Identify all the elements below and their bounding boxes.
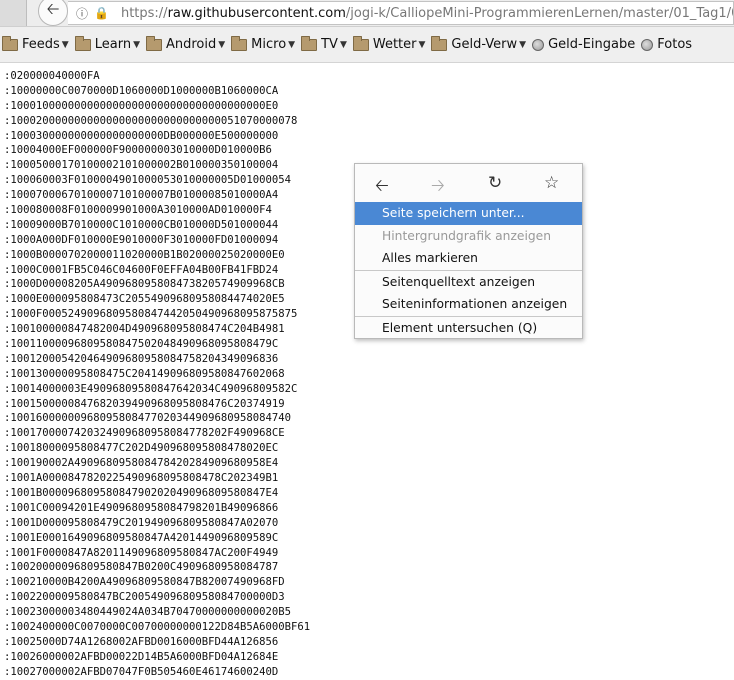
menu-item-page-info[interactable]: Seiteninformationen anzeigen (355, 293, 582, 316)
menu-item-view-source[interactable]: Seitenquelltext anzeigen (355, 271, 582, 294)
bookmark-geld-verw[interactable]: Geld-Verw ▼ (431, 35, 527, 52)
reload-icon[interactable]: ↻ (488, 173, 502, 193)
bookmark-feeds[interactable]: Feeds ▼ (2, 35, 69, 52)
bookmark-label: Micro (251, 37, 287, 52)
tab-stub[interactable] (0, 0, 27, 26)
bookmark-label: Learn (94, 37, 132, 52)
url-field[interactable]: ⓘ 🔒 https://raw.githubusercontent.com/jo… (68, 1, 734, 25)
hex-line: :1001500000847682039490968095808476C2037… (4, 397, 285, 410)
navigation-bar: 🡠 ⓘ 🔒 https://raw.githubusercontent.com /… (0, 0, 734, 27)
bookmark-label: Wetter (372, 37, 417, 52)
bookmark-star-icon[interactable]: ☆ (544, 173, 559, 193)
back-arrow-icon[interactable]: 🡠 (375, 173, 389, 202)
hex-line: :100030000000000000000000DB000000E500000… (4, 129, 279, 142)
hex-line: :1001B0000968095808479020204909680958084… (4, 486, 279, 499)
menu-item-inspect-element[interactable]: Element untersuchen (Q) (355, 317, 582, 340)
folder-icon (145, 35, 162, 51)
hex-line: :1002400000C0070000C00700000000122D84B5A… (4, 620, 311, 633)
chevron-down-icon: ▼ (418, 39, 426, 50)
hex-line: :100110000968095808475020484909680958084… (4, 338, 279, 351)
url-scheme: https:// (120, 5, 168, 21)
url-path: /jogi-k/CalliopeMini-ProgrammierenLernen… (345, 5, 733, 21)
bookmark-label: TV (321, 37, 338, 52)
hex-line: :100130000095808475C20414909680958084760… (4, 367, 285, 380)
bookmark-learn[interactable]: Learn ▼ (74, 35, 140, 52)
hex-line: :020000040000FA (4, 70, 100, 82)
bookmark-fotos[interactable]: Fotos (641, 37, 692, 52)
folder-icon (301, 35, 318, 51)
globe-icon (641, 38, 654, 51)
hex-line: :1001C00094201E4909680958084798201B49096… (4, 501, 279, 514)
hex-line: :10020000096809580847B0200C4909680958084… (4, 561, 279, 574)
menu-item-select-all[interactable]: Alles markieren (355, 247, 582, 270)
hex-line: :1002200009580847BC200549096809580847000… (4, 591, 285, 604)
context-nav-row: 🡠 🡢 ↻ ☆ (355, 164, 582, 202)
page-content: :020000040000FA :10000000C0070000D1060000… (4, 69, 734, 680)
hex-line: :100010000000000000000000000000000000000… (4, 99, 279, 112)
bookmarks-bar: Feeds ▼ Learn ▼ Android ▼ Micro ▼ TV ▼ Wetter… (0, 27, 734, 63)
hex-line: :10014000003E49096809580847642034C490968… (4, 382, 298, 395)
hex-line: :1001F0000847A8201149096809580847AC200F4… (4, 546, 279, 559)
hex-line: :1001700007420324909680958084778202F4909… (4, 427, 285, 440)
back-button[interactable]: 🡠 (38, 0, 68, 26)
hex-line: :1001D000095808479C201949096809580847A02… (4, 516, 279, 529)
hex-line: :10026000002AFBD00022D14B5A6000BFD04A126… (4, 650, 279, 663)
menu-item-view-background[interactable]: Hintergrundgrafik anzeigen (355, 225, 582, 248)
hex-line: :100020000000000000000000000000000051070… (4, 114, 298, 127)
hex-line: :100120005420464909680958084758204349096… (4, 352, 279, 365)
folder-icon (231, 35, 248, 51)
folder-icon (431, 35, 448, 51)
bookmark-label: Geld-Verw (451, 37, 518, 52)
hex-line: :100190002A49096809580847842028490968095… (4, 457, 279, 470)
url-host: raw.githubusercontent.com (167, 5, 346, 21)
chevron-down-icon: ▼ (519, 39, 527, 50)
hex-line: :10018000095808477C202D49096809580847802… (4, 442, 279, 455)
bookmark-label: Feeds (22, 37, 60, 52)
forward-arrow-icon[interactable]: 🡢 (431, 173, 445, 202)
back-arrow-icon: 🡠 (46, 0, 60, 18)
hex-line: :1001A0000847820225490968095808478C20234… (4, 472, 279, 485)
bookmark-label: Fotos (657, 37, 693, 52)
bookmark-tv[interactable]: TV ▼ (301, 35, 347, 52)
chevron-down-icon: ▼ (133, 39, 140, 50)
hex-line: :10023000003480449024A034B70470000000000… (4, 606, 292, 619)
info-icon[interactable]: ⓘ (76, 5, 88, 22)
lock-icon[interactable]: 🔒 (94, 6, 109, 20)
bookmark-label: Android (165, 37, 217, 52)
folder-icon (74, 35, 91, 51)
folder-icon (2, 35, 18, 51)
hex-line: :10004000EF000000F900000003010000D010000… (4, 144, 272, 157)
chevron-down-icon: ▼ (218, 39, 226, 50)
bookmark-android[interactable]: Android ▼ (145, 35, 226, 52)
context-menu: 🡠 🡢 ↻ ☆ Seite speichern unter... Hinterg… (354, 163, 583, 339)
hex-line: :10000000C0070000D1060000D1000000B106000… (4, 84, 279, 97)
hex-line: :10027000002AFBD07047F0B505460E461746002… (4, 665, 279, 678)
chevron-down-icon: ▼ (61, 39, 69, 50)
hex-line: :100160000009680958084770203449096809580… (4, 412, 292, 425)
chevron-down-icon: ▼ (288, 39, 296, 50)
hex-line: :10025000D74A1268002AFBD0016000BFD44A126… (4, 635, 279, 648)
bookmark-micro[interactable]: Micro ▼ (231, 35, 296, 52)
bookmark-wetter[interactable]: Wetter ▼ (352, 35, 426, 52)
menu-item-save-page[interactable]: Seite speichern unter... (355, 202, 582, 225)
folder-icon (352, 35, 369, 51)
globe-icon (532, 38, 545, 51)
hex-line: :100210000B4200A49096809580847B820074909… (4, 576, 285, 589)
chevron-down-icon: ▼ (339, 39, 347, 50)
hex-line: :1001E0001649096809580847A42014490968095… (4, 531, 279, 544)
bookmark-geld-eingabe[interactable]: Geld-Eingabe (532, 37, 635, 52)
bookmark-label: Geld-Eingabe (548, 37, 636, 52)
